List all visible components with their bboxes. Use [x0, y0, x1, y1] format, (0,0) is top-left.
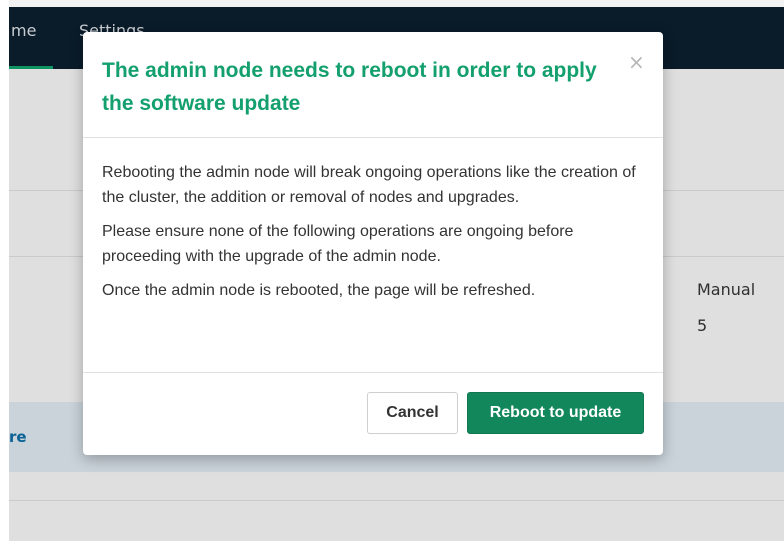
dialog-paragraph-ensure: Please ensure none of the following oper…	[102, 223, 574, 265]
dialog-header: The admin node needs to reboot in order …	[83, 32, 663, 138]
dialog-footer: Cancel Reboot to update	[83, 372, 663, 456]
dialog-paragraph-refresh: Once the admin node is rebooted, the pag…	[102, 282, 536, 299]
cancel-button[interactable]: Cancel	[367, 392, 458, 434]
dialog-title: The admin node needs to reboot in order …	[102, 59, 597, 115]
reboot-dialog: The admin node needs to reboot in order …	[83, 32, 663, 455]
left-edge-strip	[0, 0, 9, 541]
dialog-body: Rebooting the admin node will break ongo…	[102, 160, 642, 303]
dialog-paragraph-warning: Rebooting the admin node will break ongo…	[102, 164, 636, 206]
reboot-to-update-button[interactable]: Reboot to update	[467, 392, 644, 434]
close-icon[interactable]: ×	[628, 52, 645, 72]
